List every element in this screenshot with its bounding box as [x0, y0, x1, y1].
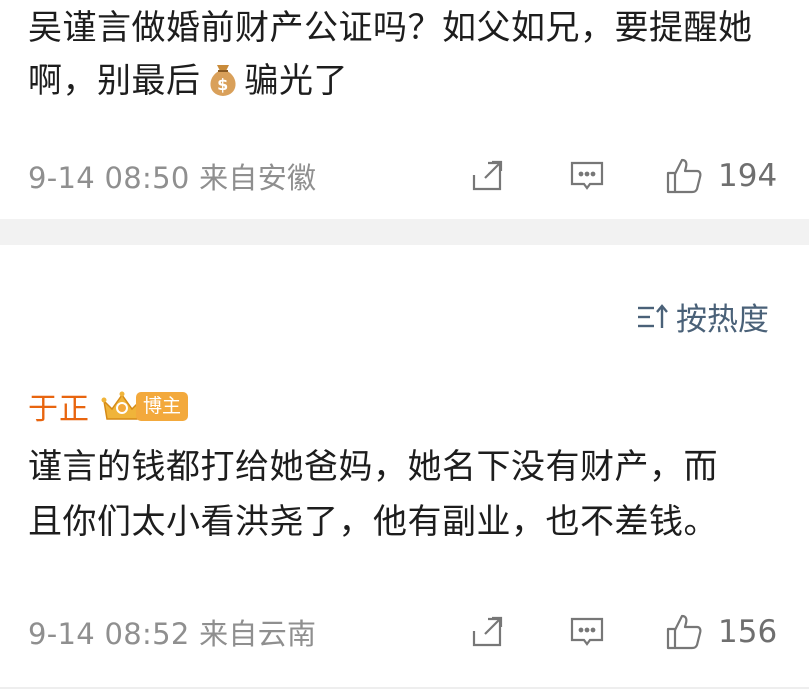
blogger-badge: 博主	[100, 389, 189, 423]
thumbs-up-icon	[666, 614, 702, 650]
comment-text: 谨言的钱都打给她爸妈，她名下没有财产，而且你们太小看洪尧了，他有副业，也不差钱。	[28, 447, 718, 542]
comment-icon	[570, 161, 604, 190]
comment-meta-row: 9-14 08:52 来自云南 156	[28, 612, 781, 652]
share-icon	[472, 160, 503, 191]
comment-repost-button[interactable]	[468, 613, 506, 651]
post-text-part2: 骗光了	[244, 61, 348, 101]
post-text-part1: 吴谨言做婚前财产公证吗？如父如兄，要提醒她啊，别最后	[28, 8, 753, 101]
post-comment-button[interactable]	[568, 157, 606, 195]
post-repost-button[interactable]	[468, 157, 506, 195]
comment-author[interactable]: 于正	[28, 384, 90, 428]
post-like-button[interactable]: 194	[664, 156, 777, 196]
post-meta: 9-14 08:50 来自安徽	[28, 161, 317, 195]
money-bag-icon: $	[203, 59, 243, 99]
sort-icon	[638, 303, 668, 328]
sort-toggle[interactable]: 按热度	[636, 294, 769, 339]
post-like-count: 194	[718, 158, 778, 194]
comment-icon	[570, 617, 604, 646]
comment-reply-button[interactable]	[568, 613, 606, 651]
svg-text:$: $	[217, 75, 229, 94]
post-text: 吴谨言做婚前财产公证吗？如父如兄，要提醒她啊，别最后 $ 骗光了	[28, 2, 798, 108]
comment-like-button[interactable]: 156	[664, 612, 777, 652]
comment-header: 于正 博主	[28, 384, 189, 428]
post-meta-row: 9-14 08:50 来自安徽 194	[28, 156, 781, 196]
comment-meta: 9-14 08:52 来自云南	[28, 617, 317, 651]
section-divider	[0, 219, 809, 245]
share-icon	[472, 616, 503, 647]
thumbs-up-icon	[666, 158, 702, 194]
sort-label: 按热度	[676, 302, 769, 338]
badge-label: 博主	[136, 391, 189, 421]
comment-like-count: 156	[718, 614, 778, 650]
